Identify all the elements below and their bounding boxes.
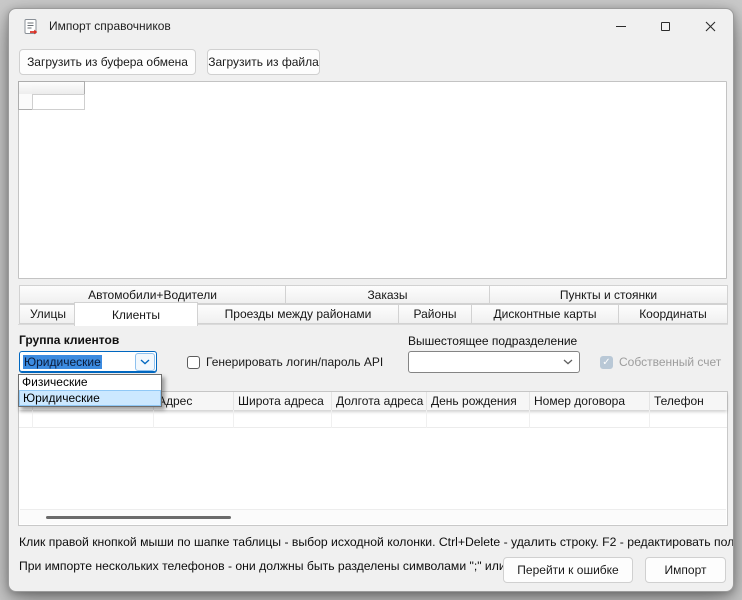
own-account-label: Собственный счет [619,355,721,369]
parent-division-combobox[interactable] [408,351,580,373]
generate-api-login-checkbox[interactable]: Генерировать логин/пароль API [187,355,383,369]
col-nomer-dogovora[interactable]: Номер договора [530,392,650,410]
tab-proezdy-mezhdu-rayonami[interactable]: Проезды между районами [197,304,399,324]
col-den-rozhdeniya[interactable]: День рождения [427,392,530,410]
cell [427,410,530,428]
scrollbar-thumb[interactable] [46,516,231,519]
load-from-file-button[interactable]: Загрузить из файла [207,49,320,75]
tab-koordinaty[interactable]: Координаты [618,304,728,324]
grid-column-header-cell[interactable] [32,81,85,95]
cell [33,410,154,428]
generate-api-login-label: Генерировать логин/пароль API [206,355,383,369]
tab-klienty-active[interactable]: Клиенты [74,302,198,326]
droplist-item-fizicheskie[interactable]: Физические [19,375,161,390]
grid-row-header-cell[interactable] [18,94,33,110]
client-group-dropdown-button[interactable] [135,353,155,371]
client-group-combobox[interactable]: Юридические [19,351,157,373]
window-title: Импорт справочников [49,19,171,33]
import-button[interactable]: Импорт [645,557,726,583]
import-preview-grid[interactable] [18,81,727,279]
grid-empty-cell[interactable] [32,94,85,110]
tab-diskontnye-karty[interactable]: Дисконтные карты [471,304,619,324]
chevron-down-icon [140,359,150,365]
titlebar[interactable]: Импорт справочников [9,9,733,45]
client-group-droplist[interactable]: Физические Юридические [18,374,162,407]
cell [234,410,332,428]
cell [332,410,427,428]
tab-rayony[interactable]: Районы [398,304,472,324]
parent-division-label: Вышестоящее подразделение [408,334,577,348]
tab-ulitsy[interactable]: Улицы [19,304,77,324]
load-from-clipboard-button[interactable]: Загрузить из буфера обмена [19,49,196,75]
clients-table[interactable]: Адрес Широта адреса Долгота адреса День … [18,391,728,526]
checkbox-checked-disabled-icon: ✓ [600,356,613,369]
grid-corner-cell[interactable] [18,81,33,95]
chevron-down-icon [563,359,573,365]
cell [154,410,234,428]
cell [19,410,33,428]
document-export-icon [22,18,40,36]
hint-line-1: Клик правой кнопкой мыши по шапке таблиц… [19,535,734,549]
parent-division-dropdown-button[interactable] [558,353,578,371]
tab-zakazy[interactable]: Заказы [285,285,490,304]
minimize-icon [616,26,626,27]
col-shirota-adresa[interactable]: Широта адреса [234,392,332,410]
client-group-value: Юридические [20,355,135,369]
minimize-button[interactable] [598,9,643,43]
hint-line-2: При импорте нескольких телефонов - они д… [19,559,521,573]
import-dictionaries-window: Импорт справочников Загрузить из буфера … [8,8,734,592]
col-dolgota-adresa[interactable]: Долгота адреса [332,392,427,410]
goto-error-button[interactable]: Перейти к ошибке [503,557,633,583]
own-account-checkbox: ✓ Собственный счет [600,355,721,369]
table-empty-row[interactable] [19,410,727,428]
maximize-icon [661,22,670,31]
close-icon [705,21,716,32]
tab-punkty-i-stoyanki[interactable]: Пункты и стоянки [489,285,728,304]
cell [530,410,650,428]
col-telefon[interactable]: Телефон [650,392,728,410]
droplist-item-yuridicheskie[interactable]: Юридические [19,390,161,406]
horizontal-scrollbar[interactable] [20,509,726,524]
close-button[interactable] [688,9,733,43]
maximize-button[interactable] [643,9,688,43]
client-group-label: Группа клиентов [19,333,119,347]
checkbox-unchecked-icon [187,356,200,369]
col-adres[interactable]: Адрес [154,392,234,410]
